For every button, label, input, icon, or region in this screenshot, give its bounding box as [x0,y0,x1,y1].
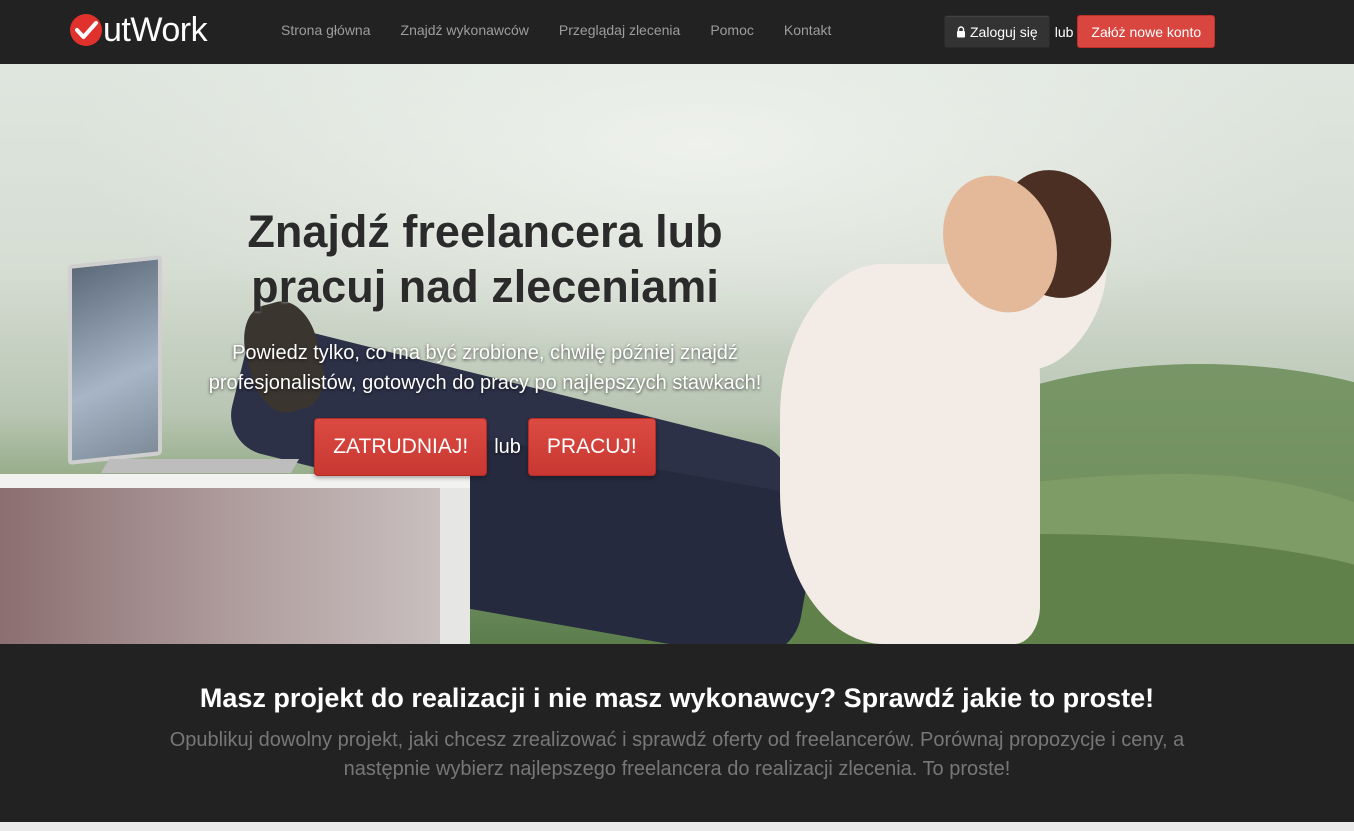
nav-or-text: lub [1054,23,1074,40]
hero-subtitle-line: Powiedz tylko, co ma być zrobione, chwil… [232,342,738,364]
login-button[interactable]: Zaloguj się [944,15,1050,48]
hire-button[interactable]: ZATRUDNIAJ! [314,418,488,476]
lock-icon [957,25,965,37]
logo-check-icon [70,14,102,46]
nav-link-find-contractors[interactable]: Znajdź wykonawców [386,0,544,60]
nav-link-home[interactable]: Strona główna [266,0,386,60]
hero-cta-group: ZATRUDNIAJ! lub PRACUJ! [180,418,790,476]
hero-title-line: Znajdź freelancera lub [247,206,723,257]
info-section: Masz projekt do realizacji i nie masz wy… [0,644,1354,822]
nav-link-help[interactable]: Pomoc [695,0,769,60]
hero-content: Znajdź freelancera lub pracuj nad zlecen… [180,204,790,476]
logo[interactable]: utWork [69,10,208,50]
hero-desk [0,474,470,488]
nav-link-contact[interactable]: Kontakt [769,0,846,60]
auth-area: Zaloguj się lub Załóż nowe konto [944,15,1216,48]
navbar: utWork Strona główna Znajdź wykonawców P… [0,0,1354,64]
info-title: Masz projekt do realizacji i nie masz wy… [199,683,1155,713]
info-text-line: Opublikuj dowolny projekt, jaki chcesz z… [169,729,1185,751]
login-button-label: Zaloguj się [970,23,1038,40]
register-button[interactable]: Załóż nowe konto [1077,15,1216,48]
hero-or-text: lub [494,435,521,458]
hero-title: Znajdź freelancera lub pracuj nad zlecen… [180,204,790,314]
hero-subtitle: Powiedz tylko, co ma być zrobione, chwil… [180,338,790,398]
hero-title-line: pracuj nad zleceniami [251,261,719,312]
main-nav: Strona główna Znajdź wykonawców Przegląd… [266,0,846,60]
hero-banner: Znajdź freelancera lub pracuj nad zlecen… [0,64,1354,644]
hero-desk [0,488,440,644]
info-text: Opublikuj dowolny projekt, jaki chcesz z… [127,726,1227,784]
hero-subtitle-line: profesjonalistów, gotowych do pracy po n… [208,372,762,394]
hero-desk [440,488,470,644]
nav-link-browse-jobs[interactable]: Przeglądaj zlecenia [544,0,695,60]
logo-text: utWork [103,11,208,49]
work-button[interactable]: PRACUJ! [527,418,656,476]
hero-laptop [68,255,162,465]
info-text-line: następnie wybierz najlepszego freelancer… [343,758,1011,780]
